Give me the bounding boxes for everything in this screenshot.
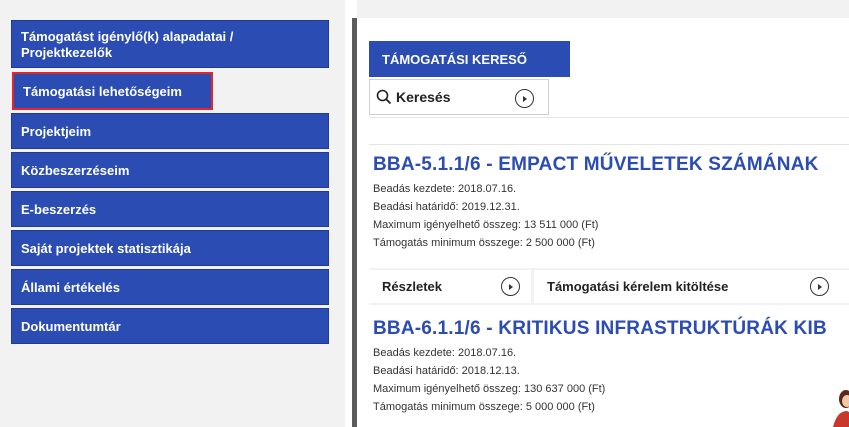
- result-start-date: Beadás kezdete: 2018.07.16.: [373, 183, 517, 195]
- fill-application-label: Támogatási kérelem kitöltése: [547, 279, 729, 294]
- result-title[interactable]: BBA-6.1.1/6 - KRITIKUS INFRASTRUKTÚRÁK K…: [373, 318, 827, 340]
- details-label: Részletek: [382, 279, 442, 294]
- search-icon: [376, 89, 392, 105]
- sidebar: Támogatást igénylő(k) alapadatai / Proje…: [0, 0, 345, 427]
- sidebar-item-applicant-data[interactable]: Támogatást igénylő(k) alapadatai / Proje…: [11, 20, 329, 68]
- result-deadline: Beadási határidő: 2018.12.13.: [373, 365, 520, 377]
- sidebar-item-label: Közbeszerzéseim: [21, 162, 130, 178]
- filter-band: [369, 117, 849, 145]
- search-toggle[interactable]: Keresés: [369, 79, 549, 115]
- circle-arrow-icon: [501, 277, 520, 296]
- fill-application-button[interactable]: Támogatási kérelem kitöltése: [534, 270, 849, 303]
- details-button[interactable]: Részletek: [369, 270, 531, 303]
- result-deadline: Beadási határidő: 2019.12.31.: [373, 201, 520, 213]
- sidebar-item-project-statistics[interactable]: Saját projektek statisztikája: [11, 230, 329, 266]
- sidebar-item-label: Állami értékelés: [21, 279, 121, 295]
- sidebar-item-label: Támogatási lehetőségeim: [23, 83, 182, 99]
- person-illustration: [829, 385, 849, 427]
- circle-arrow-icon[interactable]: [515, 89, 534, 108]
- main-content: TÁMOGATÁSI KERESŐ Keresés BBA-5.1.1/6 - …: [357, 0, 849, 427]
- result-min-amount: Támogatás minimum összege: 5 000 000 (Ft…: [373, 401, 595, 413]
- result-actions: Részletek Támogatási kérelem kitöltése: [369, 268, 849, 305]
- top-strip: [357, 0, 849, 18]
- result-max-amount: Maximum igényelhető összeg: 13 511 000 (…: [373, 219, 599, 231]
- result-start-date: Beadás kezdete: 2018.07.16.: [373, 347, 517, 359]
- sidebar-item-document-library[interactable]: Dokumentumtár: [11, 308, 329, 344]
- result-min-amount: Támogatás minimum összege: 2 500 000 (Ft…: [373, 237, 595, 249]
- finder-title: TÁMOGATÁSI KERESŐ: [382, 51, 527, 67]
- sidebar-item-label: Projektjeim: [21, 123, 92, 139]
- sidebar-item-label: Saját projektek statisztikája: [21, 240, 191, 256]
- sidebar-item-label: E-beszerzés: [21, 201, 97, 217]
- finder-header: TÁMOGATÁSI KERESŐ: [369, 41, 570, 77]
- sidebar-item-label: Támogatást igénylő(k) alapadatai / Proje…: [21, 29, 234, 60]
- sidebar-item-projects[interactable]: Projektjeim: [11, 113, 329, 149]
- sidebar-item-procurements[interactable]: Közbeszerzéseim: [11, 152, 329, 188]
- sidebar-item-state-evaluation[interactable]: Állami értékelés: [11, 269, 329, 305]
- search-label: Keresés: [396, 89, 451, 105]
- circle-arrow-icon: [810, 277, 829, 296]
- result-max-amount: Maximum igényelhető összeg: 130 637 000 …: [373, 383, 606, 395]
- result-title[interactable]: BBA-5.1.1/6 - EMPACT MŰVELETEK SZÁMÁNAK: [373, 154, 819, 176]
- sidebar-item-e-procurement[interactable]: E-beszerzés: [11, 191, 329, 227]
- sidebar-item-label: Dokumentumtár: [21, 318, 121, 334]
- sidebar-item-support-opportunities[interactable]: Támogatási lehetőségeim: [12, 72, 213, 110]
